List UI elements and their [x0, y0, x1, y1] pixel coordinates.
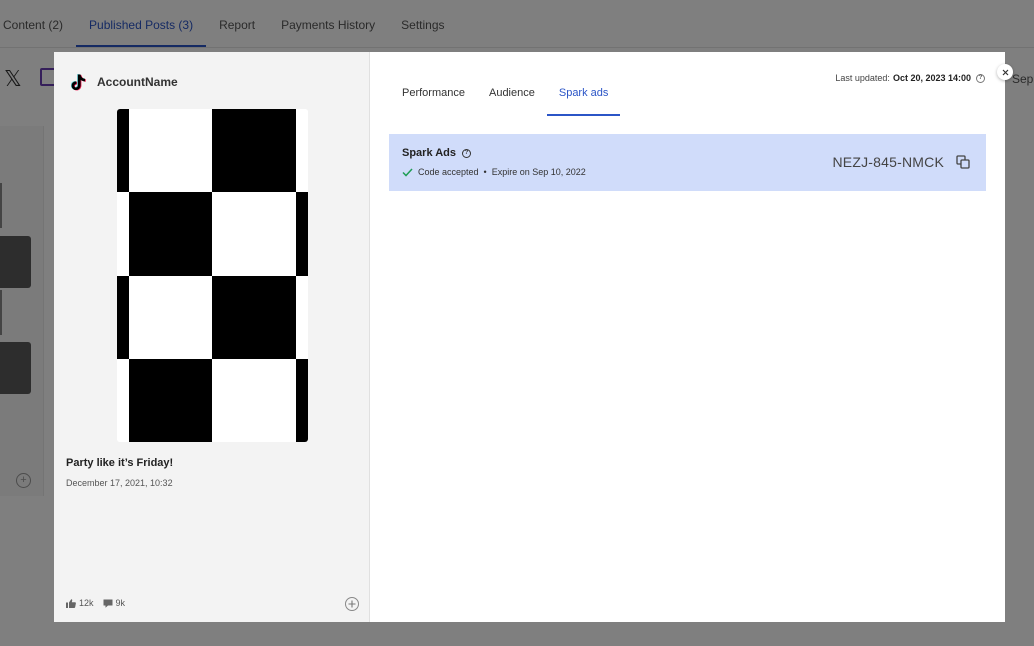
account-header: AccountName — [68, 71, 178, 93]
spark-ads-title: Spark Ads ? — [402, 147, 472, 159]
status-text: Code accepted — [418, 167, 479, 177]
post-panel: AccountName Party like it’s Friday! Dece… — [54, 52, 370, 622]
post-stats: 12k 9k — [66, 598, 134, 608]
expire-text: Expire on Sep 10, 2022 — [491, 167, 586, 177]
plus-icon — [348, 600, 356, 608]
close-icon — [1002, 69, 1008, 75]
comments-count: 9k — [115, 598, 126, 608]
details-panel: Performance Audience Spark ads Last upda… — [370, 52, 1005, 622]
check-icon — [402, 167, 413, 177]
help-icon[interactable]: ? — [976, 73, 985, 83]
spark-ads-status: Code accepted • Expire on Sep 10, 2022 — [402, 167, 586, 177]
comments-stat: 9k — [103, 598, 126, 608]
tab-performance[interactable]: Performance — [390, 79, 477, 116]
details-tab-bar: Performance Audience Spark ads — [390, 79, 621, 116]
post-thumbnail[interactable] — [117, 109, 308, 442]
last-updated-value: Oct 20, 2023 14:00 — [892, 73, 971, 83]
last-updated: Last updated: Oct 20, 2023 14:00 ? — [835, 73, 985, 83]
tiktok-icon — [68, 71, 90, 93]
thumbs-up-icon — [66, 598, 76, 608]
tab-spark-ads[interactable]: Spark ads — [546, 79, 621, 116]
spark-ads-title-text: Spark Ads — [402, 147, 457, 159]
separator-dot: • — [483, 167, 487, 177]
post-title: Party like it’s Friday! — [66, 457, 174, 469]
copy-icon[interactable] — [956, 155, 970, 169]
account-name: AccountName — [97, 75, 178, 89]
help-icon[interactable]: ? — [462, 148, 472, 158]
tab-audience[interactable]: Audience — [477, 79, 547, 116]
likes-count: 12k — [79, 598, 94, 608]
close-button[interactable] — [997, 64, 1013, 80]
post-date: December 17, 2021, 10:32 — [66, 478, 173, 488]
checkerboard-image — [117, 109, 308, 442]
spark-ads-code: NEZJ-845-NMCK — [832, 154, 944, 170]
last-updated-label: Last updated: — [835, 73, 890, 83]
post-detail-modal: AccountName Party like it’s Friday! Dece… — [54, 52, 1005, 622]
add-button[interactable] — [345, 597, 359, 611]
spark-ads-card: Spark Ads ? Code accepted • Expire on Se… — [389, 134, 986, 191]
likes-stat: 12k — [66, 598, 94, 608]
comment-icon — [103, 599, 113, 608]
